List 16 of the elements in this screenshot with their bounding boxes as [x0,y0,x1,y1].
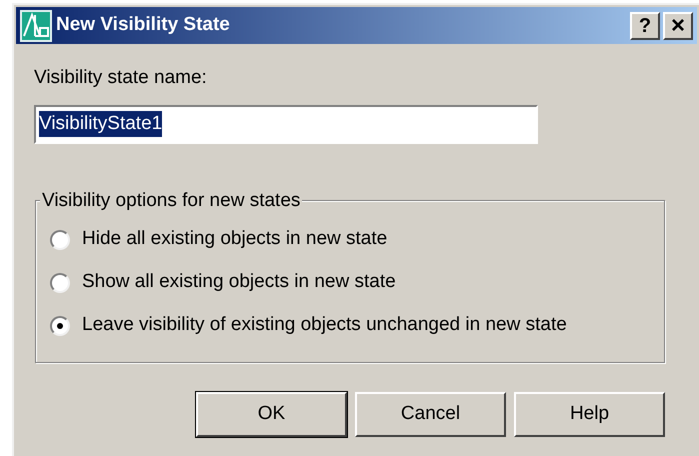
radio-option[interactable]: Leave visibility of existing objects unchanged in new state [50,310,567,340]
radio-button[interactable] [50,272,70,292]
name-input-field[interactable]: VisibilityState1 [34,104,538,144]
radio-option[interactable]: Hide all existing objects in new state [50,224,388,254]
dialog-button[interactable]: OK [196,392,347,436]
radio-button[interactable] [50,316,70,336]
dialog-button[interactable]: Help [514,392,665,436]
field-label: Visibility state name: [34,66,207,90]
radio-button[interactable] [50,230,70,250]
field-value: VisibilityState1 [39,111,162,137]
radio-option[interactable]: Show all existing objects in new state [50,268,396,298]
dialog-button[interactable]: Cancel [355,392,506,436]
window-title: New Visibility State [56,13,231,38]
app-icon [20,10,52,42]
help-button[interactable]: ? [630,12,660,40]
close-button[interactable]: × [663,12,693,40]
